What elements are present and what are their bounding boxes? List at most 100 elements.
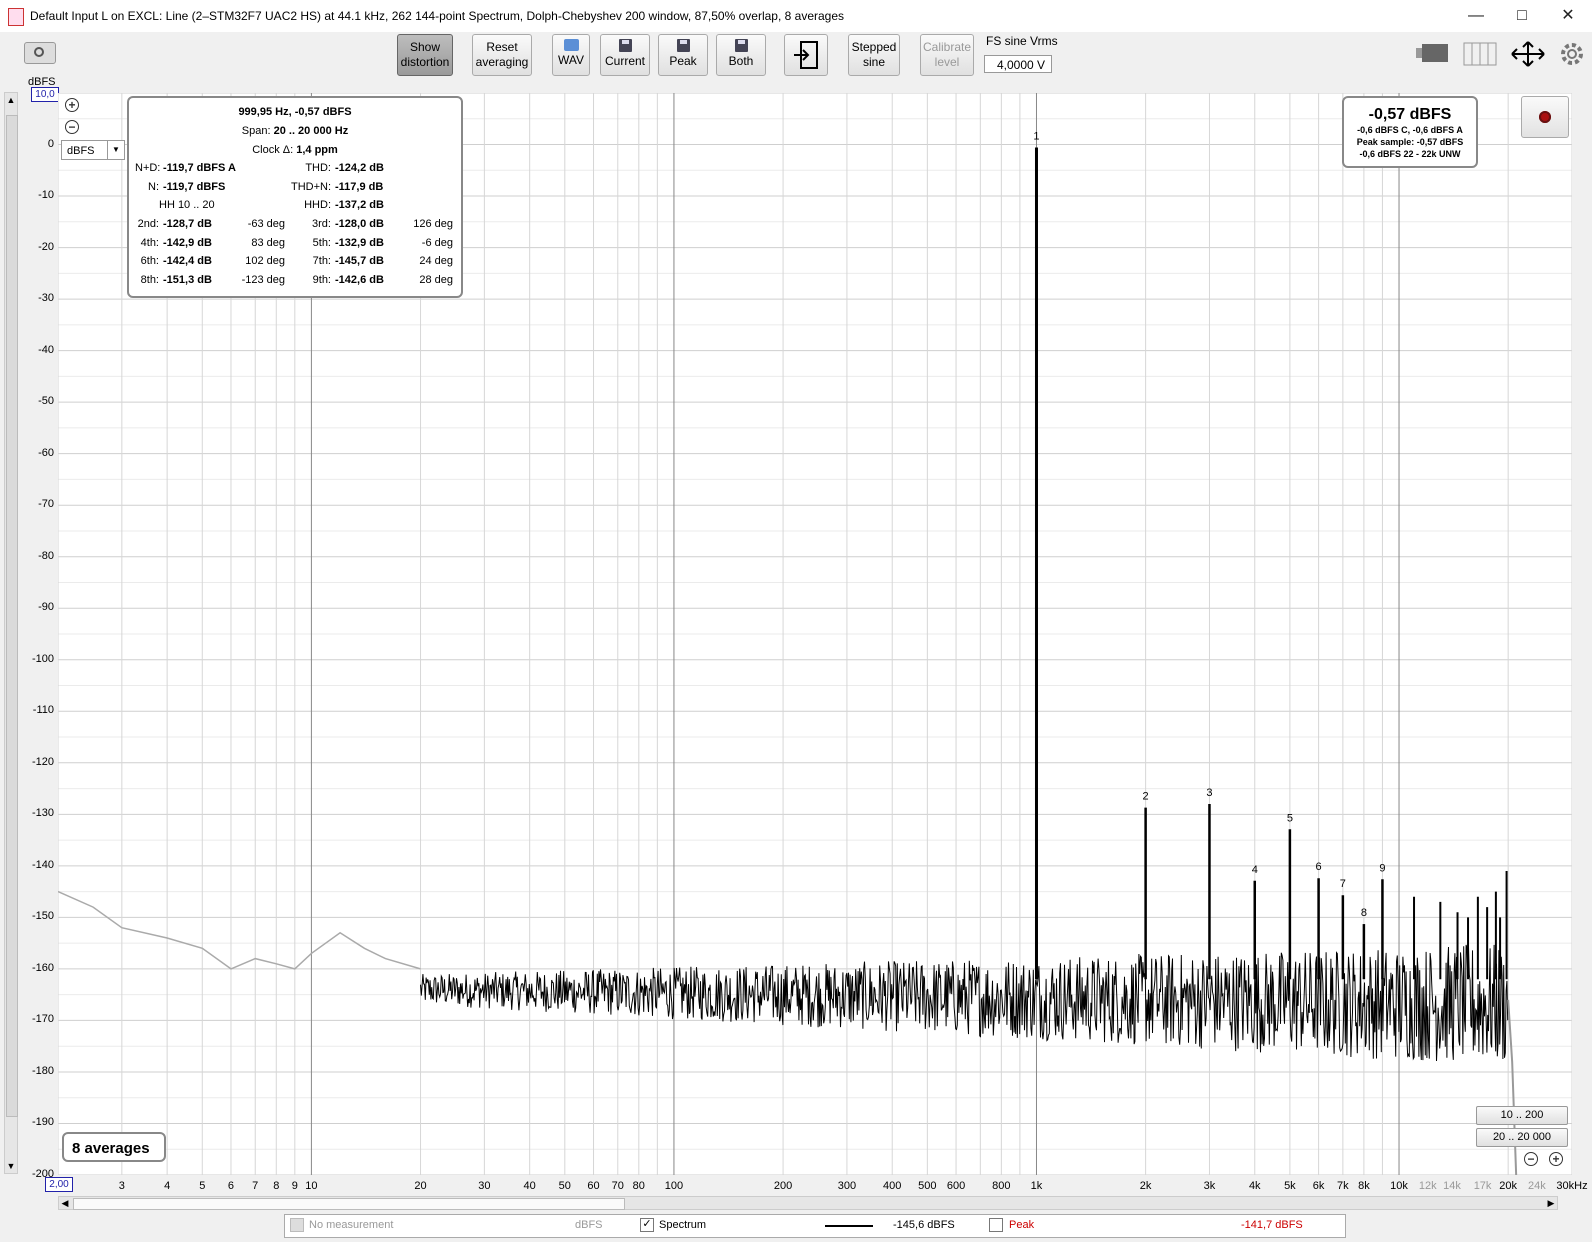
level-line-3: -0,6 dBFS 22 - 22k UNW: [1359, 149, 1461, 159]
save-peak-button[interactable]: Peak: [658, 34, 708, 76]
x-tick-label: 20: [414, 1180, 427, 1192]
harmonic-value: -142,9 dB: [163, 236, 212, 249]
x-tick-label: 400: [883, 1180, 902, 1192]
record-icon: [1539, 111, 1551, 123]
x-tick-label: 5k: [1284, 1180, 1296, 1192]
show-distortion-label-2: distortion: [400, 55, 450, 69]
layout-icon[interactable]: [1414, 40, 1452, 68]
stepped-sine-button[interactable]: Stepped sine: [848, 34, 900, 76]
y-tick-label: -160: [31, 961, 54, 974]
peak-label: Peak: [1009, 1219, 1035, 1231]
fit-arrows-icon[interactable]: [1510, 40, 1546, 68]
thdn-value: -117,9 dB: [335, 181, 384, 193]
distortion-info-panel: 999,95 Hz, -0,57 dBFS Span: 20 .. 20 000…: [127, 96, 463, 298]
y-tick-label: -20: [38, 240, 54, 253]
reset-averaging-button[interactable]: Reset averaging: [472, 34, 532, 76]
zoom-out-icon[interactable]: −: [1524, 1152, 1538, 1166]
x-tick-label: 100: [664, 1180, 684, 1192]
record-button[interactable]: [1521, 96, 1569, 138]
range-20-20000-button[interactable]: 20 .. 20 000: [1476, 1128, 1568, 1147]
harmonic-label-7: 7: [1340, 878, 1346, 890]
harmonic-label-6: 6: [1316, 861, 1322, 873]
x-tick-label: 10k: [1390, 1180, 1408, 1192]
level-main: -0,57 dBFS: [1368, 106, 1452, 123]
harmonic-phase: 102 deg: [245, 255, 285, 267]
wav-button[interactable]: WAV: [552, 34, 590, 76]
x-tick-label: 20k: [1499, 1180, 1518, 1192]
fundamental-readout: 999,95 Hz, -0,57 dBFS: [238, 106, 352, 118]
y-tick-label: -100: [31, 652, 54, 665]
window-title: Default Input L on EXCL: Line (2–STM32F7…: [30, 9, 845, 23]
harmonic-phase: 28 deg: [419, 273, 453, 286]
harmonic-label-9: 9: [1379, 862, 1385, 874]
harmonic-phase: -123 deg: [241, 273, 285, 286]
harmonic-value: -128,0 dB: [335, 218, 384, 230]
no-measurement-label: No measurement: [309, 1219, 394, 1231]
zoom-in-icon[interactable]: +: [65, 98, 79, 112]
minimize-button[interactable]: —: [1453, 0, 1499, 32]
y-unit-select[interactable]: dBFS ▼: [61, 140, 125, 160]
horizontal-scrollbar[interactable]: ◀ ▶: [58, 1196, 1558, 1210]
camera-icon[interactable]: [24, 42, 56, 64]
x-tick-label: 6: [227, 1180, 235, 1192]
x-tick-label: 300: [837, 1180, 857, 1192]
x-tick-label: 10: [305, 1180, 318, 1192]
calibrate-level-button[interactable]: Calibrate level: [920, 34, 974, 76]
legend-unit: dBFS: [575, 1219, 603, 1231]
show-distortion-label-1: Show: [409, 40, 441, 54]
y-tick-label: -50: [38, 395, 54, 408]
scroll-left-icon[interactable]: ◀: [59, 1197, 71, 1209]
x-tick-label: 40: [523, 1180, 536, 1192]
java-app-icon: [8, 8, 24, 26]
span-readout: Span: 20 .. 20 000 Hz: [129, 125, 461, 137]
x-tick-label: 200: [773, 1180, 793, 1192]
save-icon: [734, 39, 748, 52]
x-tick-label: 4: [164, 1180, 171, 1192]
columns-icon[interactable]: [1462, 40, 1498, 68]
level-line-2: Peak sample: -0,57 dBFS: [1356, 137, 1464, 147]
x-tick-label: 6k: [1312, 1180, 1325, 1192]
x-tick-label: 800: [992, 1180, 1011, 1192]
spectrum-checkbox[interactable]: ✓: [640, 1218, 654, 1232]
save-both-button[interactable]: Both: [716, 34, 766, 76]
peak-checkbox[interactable]: [989, 1218, 1003, 1232]
save-icon: [618, 39, 632, 52]
horizontal-scroll-thumb[interactable]: [73, 1198, 625, 1210]
calibrate-label-1: Calibrate: [922, 40, 972, 54]
save-current-button[interactable]: Current: [600, 34, 650, 76]
export-button[interactable]: [784, 34, 828, 76]
x-tick-label: 9: [291, 1180, 298, 1192]
folder-icon: [563, 39, 579, 51]
clock-value: 1,4 ppm: [296, 144, 338, 156]
maximize-button[interactable]: □: [1499, 0, 1545, 32]
scroll-up-icon[interactable]: ▲: [5, 93, 17, 107]
x-tick-label: 3k: [1203, 1180, 1216, 1192]
harmonic-value: -132,9 dB: [335, 236, 384, 249]
range-10-200-button[interactable]: 10 .. 200: [1476, 1106, 1568, 1125]
x-tick-label: 14k: [1443, 1180, 1461, 1192]
scroll-right-icon[interactable]: ▶: [1545, 1197, 1557, 1209]
calibrate-label-2: level: [934, 55, 960, 69]
peak-label: Peak: [669, 54, 697, 68]
y-tick-label: -30: [38, 292, 54, 305]
x-tick-label: 60: [587, 1180, 600, 1192]
harmonic-value: -142,6 dB: [335, 273, 384, 286]
nd-value: -119,7 dBFS A: [163, 162, 236, 174]
x-tick-label: 7: [252, 1180, 259, 1192]
harmonic-phase: 24 deg: [419, 255, 453, 267]
no-measurement-checkbox[interactable]: [290, 1218, 304, 1232]
hhd-label: HHD:: [304, 199, 331, 211]
vertical-scrollbar[interactable]: ▲ ▼: [4, 92, 18, 1174]
gear-icon[interactable]: [1558, 40, 1586, 68]
zoom-in-icon[interactable]: +: [1549, 1152, 1563, 1166]
y-top-field[interactable]: 10,0: [31, 87, 59, 102]
spectrum-label: Spectrum: [659, 1219, 707, 1231]
x-tick-label: 17k: [1473, 1180, 1492, 1192]
y-tick-label: -130: [31, 807, 54, 820]
x-tick-label: 50: [558, 1180, 571, 1192]
show-distortion-button[interactable]: Show distortion: [397, 34, 453, 76]
x-tick-label: 80: [632, 1180, 645, 1192]
zoom-out-icon[interactable]: −: [65, 120, 79, 134]
close-button[interactable]: ✕: [1545, 0, 1591, 32]
fs-sine-vrms-input[interactable]: 4,0000 V: [984, 55, 1052, 73]
